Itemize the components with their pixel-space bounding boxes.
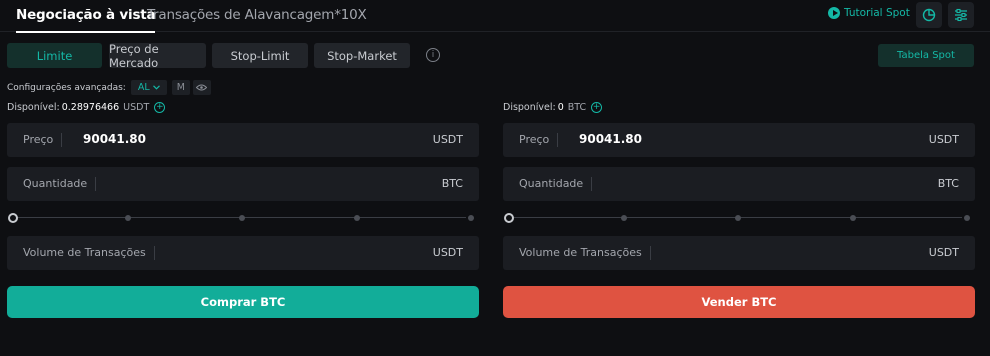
sell-volume-field[interactable]: Volume de Transações USDT [503,236,975,270]
buy-volume-unit: USDT [432,246,463,259]
trade-mode-tabs: Negociação à vista Transações de Alavanc… [0,0,990,33]
visibility-toggle[interactable] [192,80,211,95]
slider-step-75[interactable] [354,215,360,221]
tutorial-spot-label: Tutorial Spot [844,7,910,19]
al-value: AL [137,82,150,93]
chart-view-button[interactable] [916,2,942,28]
sell-amount-slider[interactable] [504,213,970,223]
chevron-down-icon [152,85,160,90]
slider-step-100[interactable] [468,215,474,221]
buy-available-label: Disponível: [7,102,60,113]
m-toggle[interactable]: M [171,80,190,95]
slider-step-25[interactable] [125,215,131,221]
al-dropdown[interactable]: AL [130,80,167,95]
order-type-market[interactable]: Preço de Mercado [109,42,206,70]
buy-available: Disponível: 0.28976466 USDT + [7,102,166,113]
tab-leverage[interactable]: Transações de Alavancagem*10X [147,7,367,23]
slider-step-100[interactable] [964,215,970,221]
sell-quantity-label: Quantidade [519,177,593,191]
buy-quantity-field[interactable]: Quantidade BTC [7,167,479,201]
order-type-limit[interactable]: Limite [7,43,102,68]
buy-volume-label: Volume de Transações [23,246,155,260]
settings-button[interactable] [948,2,974,28]
sell-available-currency: BTC [567,102,587,113]
buy-price-value[interactable]: 90041.80 [83,132,146,146]
sell-volume-label: Volume de Transações [519,246,651,260]
sell-available-value: 0 [557,102,564,113]
slider-handle[interactable] [8,213,18,223]
buy-price-field[interactable]: Preço 90041.80 USDT [7,123,479,157]
pie-chart-icon [922,8,936,22]
tab-spot[interactable]: Negociação à vista [16,7,156,33]
sell-volume-unit: USDT [928,246,959,259]
spot-table-button[interactable]: Tabela Spot [878,44,974,67]
buy-quantity-unit: BTC [441,177,463,190]
sell-price-unit: USDT [928,133,959,146]
slider-handle[interactable] [504,213,514,223]
play-circle-icon [828,7,840,19]
advanced-settings-label: Configurações avançadas: [7,82,126,93]
buy-amount-slider[interactable] [8,213,474,223]
sell-available-label: Disponível: [503,102,556,113]
sliders-icon [955,8,967,22]
buy-quantity-label: Quantidade [23,177,97,191]
sell-available: Disponível: 0 BTC + [503,102,603,113]
buy-button[interactable]: Comprar BTC [7,286,479,318]
slider-step-75[interactable] [850,215,856,221]
buy-available-currency: USDT [123,102,150,113]
transfer-plus-icon[interactable]: + [591,102,603,113]
sell-quantity-field[interactable]: Quantidade BTC [503,167,975,201]
sell-price-field[interactable]: Preço 90041.80 USDT [503,123,975,157]
info-icon[interactable]: i [426,48,440,62]
sell-price-label: Preço [519,133,559,147]
advanced-settings: Configurações avançadas: AL M [7,80,211,95]
order-type-stop-market[interactable]: Stop-Market [314,43,410,68]
slider-step-25[interactable] [621,215,627,221]
slider-step-50[interactable] [239,215,245,221]
buy-available-value: 0.28976466 [61,102,120,113]
buy-volume-field[interactable]: Volume de Transações USDT [7,236,479,270]
order-type-stop-limit[interactable]: Stop-Limit [212,43,308,68]
deposit-plus-icon[interactable]: + [154,102,166,113]
tutorial-spot-link[interactable]: Tutorial Spot [828,7,910,19]
sell-price-value[interactable]: 90041.80 [579,132,642,146]
buy-price-label: Preço [23,133,63,147]
sell-button[interactable]: Vender BTC [503,286,975,318]
eye-icon [196,84,208,91]
buy-price-unit: USDT [432,133,463,146]
slider-step-50[interactable] [735,215,741,221]
sell-quantity-unit: BTC [937,177,959,190]
